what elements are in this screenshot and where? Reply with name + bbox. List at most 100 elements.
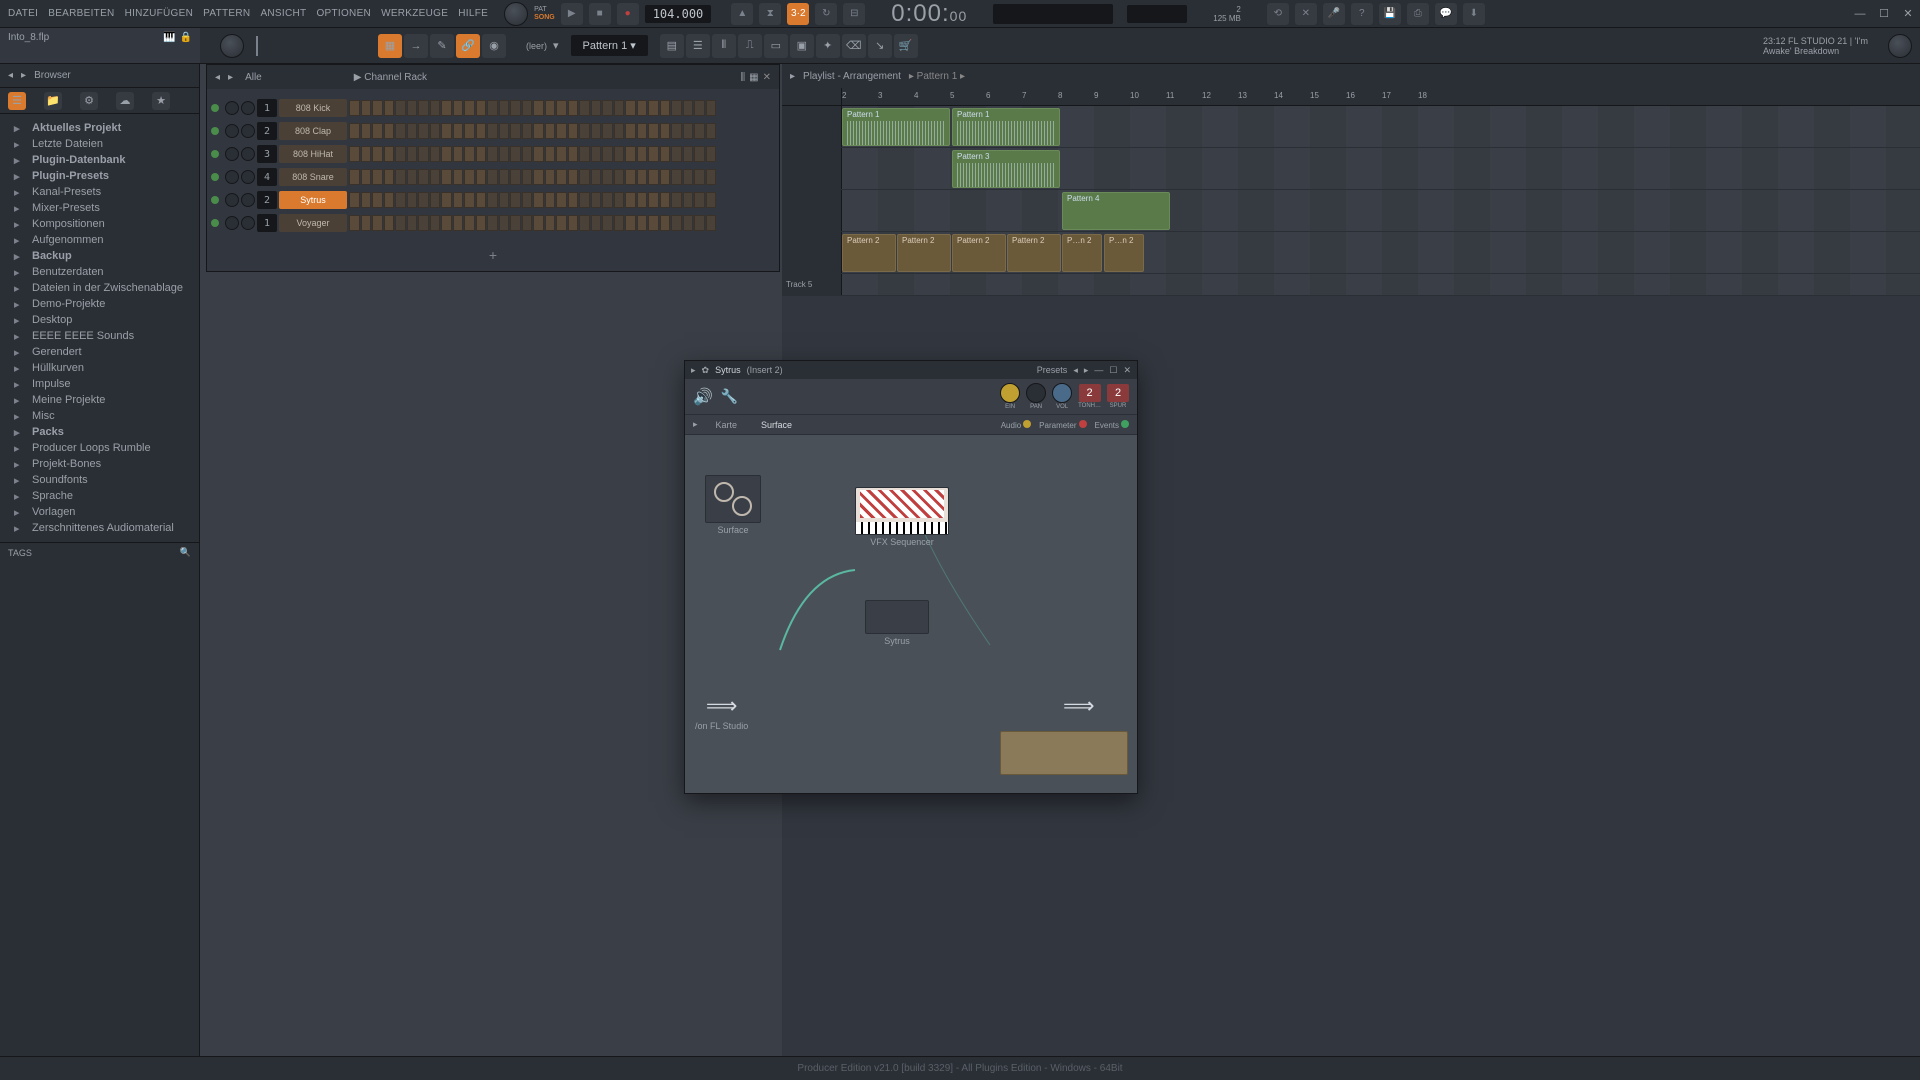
clip-pattern2d[interactable]: Pattern 2 xyxy=(1007,234,1061,272)
step-button[interactable] xyxy=(625,169,636,185)
step-button[interactable] xyxy=(499,192,510,208)
step-button[interactable] xyxy=(545,215,556,231)
channelrack-button[interactable]: ☰ xyxy=(686,34,710,58)
browser-fwd-icon[interactable]: ▸ xyxy=(21,70,26,81)
step-button[interactable] xyxy=(683,123,694,139)
step-button[interactable] xyxy=(637,192,648,208)
step-button[interactable] xyxy=(660,123,671,139)
undo-history-button[interactable]: ⟲ xyxy=(1267,3,1289,25)
tree-item[interactable]: ▸Aktuelles Projekt xyxy=(0,120,199,136)
step-button[interactable] xyxy=(625,215,636,231)
step-button[interactable] xyxy=(683,192,694,208)
channel-mixer-num[interactable]: 1 xyxy=(257,99,277,117)
step-button[interactable] xyxy=(660,146,671,162)
step-button[interactable] xyxy=(522,146,533,162)
step-button[interactable] xyxy=(361,215,372,231)
monitor-visualizer[interactable] xyxy=(1127,5,1187,23)
step-button[interactable] xyxy=(614,169,625,185)
menu-tools[interactable]: WERKZEUGE xyxy=(377,6,452,21)
step-button[interactable] xyxy=(395,215,406,231)
toggle-param[interactable]: Parameter xyxy=(1039,420,1086,430)
step-button[interactable] xyxy=(407,123,418,139)
close-button[interactable]: ✕ xyxy=(1900,6,1916,22)
wrench-icon[interactable]: 🔧 xyxy=(721,388,738,405)
step-button[interactable] xyxy=(602,169,613,185)
step-button[interactable] xyxy=(418,100,429,116)
edit-tool-button[interactable]: ✎ xyxy=(430,34,454,58)
step-button[interactable] xyxy=(683,100,694,116)
step-button[interactable] xyxy=(694,146,705,162)
countdown-button[interactable]: 3·2 xyxy=(787,3,809,25)
step-button[interactable] xyxy=(579,100,590,116)
step-button[interactable] xyxy=(464,123,475,139)
live-button[interactable]: ◉ xyxy=(482,34,506,58)
step-button[interactable] xyxy=(591,169,602,185)
step-button[interactable] xyxy=(694,169,705,185)
step-button[interactable] xyxy=(441,215,452,231)
step-button[interactable] xyxy=(556,100,567,116)
step-button[interactable] xyxy=(487,215,498,231)
browser-button[interactable]: ▭ xyxy=(764,34,788,58)
step-button[interactable] xyxy=(384,192,395,208)
node-from-fl[interactable]: ⟹ /on FL Studio xyxy=(695,693,748,731)
node-surface[interactable]: Surface xyxy=(705,475,761,535)
clip-pattern2b[interactable]: Pattern 2 xyxy=(897,234,951,272)
preset-next-icon[interactable]: ▸ xyxy=(1084,365,1089,376)
playlist-view-button[interactable]: ▦ xyxy=(378,34,402,58)
step-button[interactable] xyxy=(648,169,659,185)
metronome-button[interactable]: ▲ xyxy=(731,3,753,25)
menu-help[interactable]: HILFE xyxy=(454,6,492,21)
menu-pattern[interactable]: PATTERN xyxy=(199,6,254,21)
clip-pattern3[interactable]: Pattern 3 xyxy=(952,150,1060,188)
plugin-titlebar[interactable]: ▸ ✿ Sytrus (Insert 2) Presets ◂ ▸ — ☐ ✕ xyxy=(685,361,1137,379)
step-button[interactable] xyxy=(533,215,544,231)
tab-map[interactable]: Karte xyxy=(710,418,744,432)
tree-item[interactable]: ▸Meine Projekte xyxy=(0,392,199,408)
tree-item[interactable]: ▸Impulse xyxy=(0,376,199,392)
step-button[interactable] xyxy=(602,146,613,162)
playlist-menu-icon[interactable]: ▸ xyxy=(790,71,795,82)
step-button[interactable] xyxy=(591,146,602,162)
step-button[interactable] xyxy=(545,192,556,208)
step-button[interactable] xyxy=(614,123,625,139)
step-button[interactable] xyxy=(372,146,383,162)
step-button[interactable] xyxy=(464,146,475,162)
clip-pattern2a[interactable]: Pattern 2 xyxy=(842,234,896,272)
step-button[interactable] xyxy=(706,146,717,162)
browser-back-icon[interactable]: ◂ xyxy=(8,70,13,81)
step-button[interactable] xyxy=(510,123,521,139)
step-button[interactable] xyxy=(407,100,418,116)
step-button[interactable] xyxy=(384,100,395,116)
step-button[interactable] xyxy=(487,146,498,162)
channel-add-button[interactable]: + xyxy=(207,239,779,271)
menu-view[interactable]: ANSICHT xyxy=(256,6,310,21)
step-button[interactable] xyxy=(407,169,418,185)
tree-item[interactable]: ▸Gerendert xyxy=(0,344,199,360)
step-button[interactable] xyxy=(683,215,694,231)
step-button[interactable] xyxy=(671,192,682,208)
minimize-button[interactable]: — xyxy=(1852,6,1868,22)
tree-item[interactable]: ▸Projekt-Bones xyxy=(0,456,199,472)
toggle-events[interactable]: Events xyxy=(1095,420,1129,430)
step-button[interactable] xyxy=(349,146,360,162)
step-button[interactable] xyxy=(395,192,406,208)
clip-pattern2c[interactable]: Pattern 2 xyxy=(952,234,1006,272)
clip-pattern4[interactable]: Pattern 4 xyxy=(1062,192,1170,230)
step-button[interactable] xyxy=(510,169,521,185)
step-button[interactable] xyxy=(418,192,429,208)
node-to-fl[interactable]: ⟹ xyxy=(1063,693,1095,719)
channel-pan-knob[interactable] xyxy=(225,147,239,161)
plugin-close-icon[interactable]: ✕ xyxy=(1123,365,1131,376)
step-button[interactable] xyxy=(372,169,383,185)
step-button[interactable] xyxy=(660,169,671,185)
step-button[interactable] xyxy=(533,100,544,116)
tree-item[interactable]: ▸Benutzerdaten xyxy=(0,264,199,280)
step-button[interactable] xyxy=(579,215,590,231)
tree-item[interactable]: ▸Plugin-Presets xyxy=(0,168,199,184)
step-button[interactable] xyxy=(487,169,498,185)
pitch-display[interactable]: 2TONH… xyxy=(1078,384,1101,409)
channel-pan-knob[interactable] xyxy=(225,124,239,138)
tree-item[interactable]: ▸Producer Loops Rumble xyxy=(0,440,199,456)
step-button[interactable] xyxy=(637,146,648,162)
node-sytrus[interactable]: Sytrus xyxy=(865,600,929,646)
